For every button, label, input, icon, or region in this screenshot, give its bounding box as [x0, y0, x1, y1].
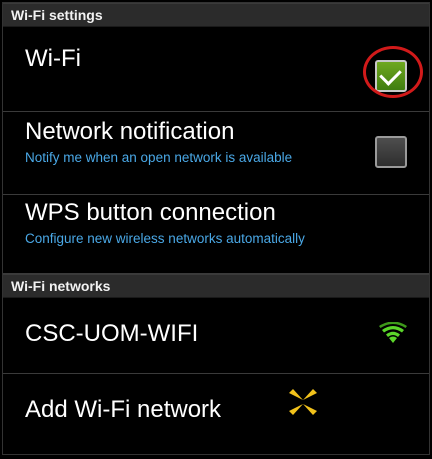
- wifi-toggle-row[interactable]: Wi-Fi: [3, 27, 429, 112]
- wifi-title: Wi-Fi: [25, 45, 81, 72]
- wifi-networks-header: Wi-Fi networks: [3, 274, 429, 298]
- wps-button-row[interactable]: WPS button connection Configure new wire…: [3, 195, 429, 274]
- network-item[interactable]: CSC-UOM-WIFI: [3, 298, 429, 374]
- add-network-row[interactable]: Add Wi-Fi network: [3, 374, 429, 438]
- network-notification-title: Network notification: [25, 118, 235, 145]
- wifi-settings-screen: Wi-Fi settings Wi-Fi Network notificatio…: [2, 2, 430, 455]
- wps-title: WPS button connection: [25, 199, 276, 226]
- add-network-icon: [289, 389, 317, 415]
- add-network-label: Add Wi-Fi network: [25, 396, 222, 423]
- network-notification-checkbox[interactable]: [375, 136, 407, 168]
- network-notification-row[interactable]: Network notification Notify me when an o…: [3, 112, 429, 195]
- wifi-settings-header: Wi-Fi settings: [3, 3, 429, 27]
- highlight-circle: [363, 46, 423, 98]
- wifi-signal-icon: [379, 322, 407, 343]
- network-ssid: CSC-UOM-WIFI: [25, 320, 199, 347]
- wps-subtitle: Configure new wireless networks automati…: [25, 231, 305, 246]
- network-notification-subtitle: Notify me when an open network is availa…: [25, 150, 293, 165]
